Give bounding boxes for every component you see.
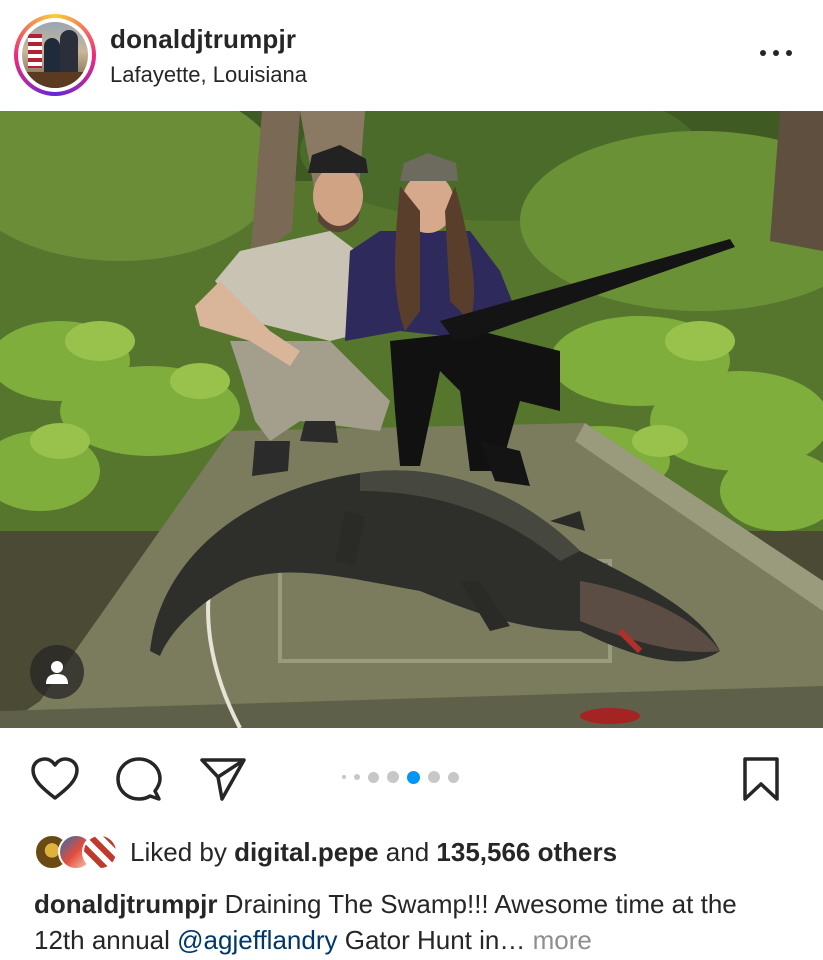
carousel-dot bbox=[342, 775, 346, 779]
likes-row: Liked by digital.pepe and 135,566 others bbox=[34, 832, 617, 872]
likes-count[interactable]: 135,566 others bbox=[436, 837, 617, 867]
post-caption: donaldjtrumpjr Draining The Swamp!!! Awe… bbox=[34, 886, 794, 958]
post-header: donaldjtrumpjr Lafayette, Louisiana bbox=[0, 0, 823, 110]
post-photo[interactable] bbox=[0, 111, 823, 728]
user-tag-icon[interactable] bbox=[30, 645, 84, 699]
paper-plane-icon[interactable] bbox=[196, 752, 250, 806]
liker-avatar[interactable] bbox=[82, 834, 118, 870]
caption-more-link[interactable]: more bbox=[533, 925, 592, 955]
post-location[interactable]: Lafayette, Louisiana bbox=[110, 62, 307, 88]
carousel-dot bbox=[428, 771, 440, 783]
flag-shape bbox=[28, 34, 42, 68]
likes-summary: Liked by digital.pepe and 135,566 others bbox=[130, 836, 618, 867]
heart-icon[interactable] bbox=[28, 752, 82, 806]
avatar-image bbox=[22, 22, 88, 88]
post-username[interactable]: donaldjtrumpjr bbox=[110, 24, 296, 55]
caption-mention[interactable]: @agjefflandry bbox=[177, 925, 337, 955]
carousel-dot bbox=[368, 771, 379, 783]
more-options-icon[interactable] bbox=[756, 40, 796, 66]
photo-illustration bbox=[0, 111, 823, 728]
caption-text-end: Gator Hunt in… bbox=[344, 925, 526, 955]
carousel-dot bbox=[448, 771, 459, 783]
bookmark-icon[interactable] bbox=[734, 752, 788, 806]
carousel-dot bbox=[387, 771, 399, 783]
carousel-dot bbox=[407, 770, 420, 784]
post-actions bbox=[0, 740, 823, 816]
comment-bubble-icon[interactable] bbox=[112, 752, 166, 806]
profile-avatar[interactable] bbox=[14, 14, 96, 96]
carousel-dot bbox=[354, 774, 360, 780]
carousel-dots bbox=[342, 770, 459, 784]
liked-by-username[interactable]: digital.pepe bbox=[234, 837, 378, 867]
caption-username[interactable]: donaldjtrumpjr bbox=[34, 889, 217, 919]
